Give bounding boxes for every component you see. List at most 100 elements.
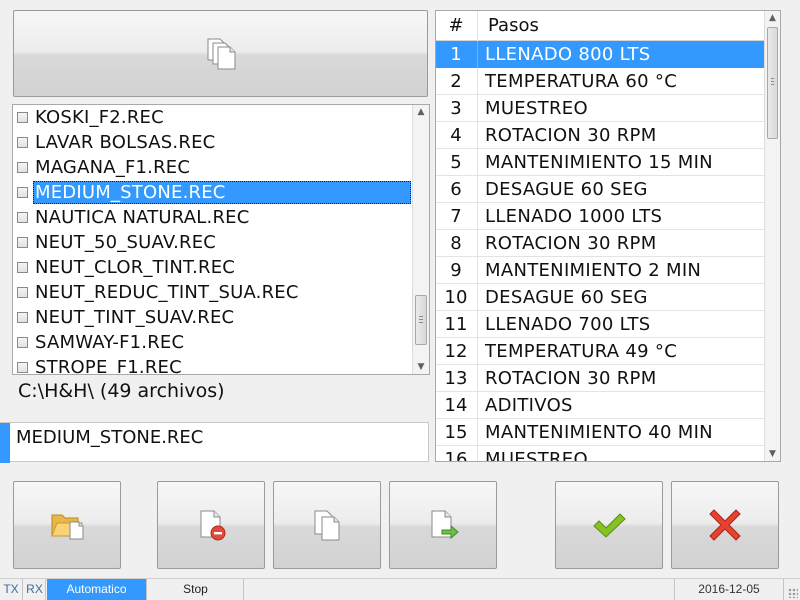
step-number: 5 [450, 152, 462, 173]
step-text: MANTENIMIENTO 40 MIN [485, 422, 713, 443]
file-name: MEDIUM_STONE.REC [35, 182, 226, 203]
datetime-display: 2016-12-05 04:52:37 [674, 579, 784, 600]
file-name: NEUT_REDUC_TINT_SUA.REC [35, 282, 299, 303]
file-name: STROPE_F1.REC [35, 357, 182, 375]
file-checkbox[interactable] [17, 287, 28, 298]
step-row[interactable]: 2 TEMPERATURA 60 °C [436, 68, 764, 95]
step-text: DESAGUE 60 SEG [485, 179, 648, 200]
steps-table[interactable]: # Pasos 1 LLENADO 800 LTS 2 TEMPERATURA 60 … [435, 10, 781, 462]
step-row[interactable]: 3 MUESTREO [436, 95, 764, 122]
step-number: 11 [444, 314, 468, 335]
file-name: SAMWAY-F1.REC [35, 332, 185, 353]
step-text: TEMPERATURA 60 °C [485, 71, 678, 92]
step-number: 6 [450, 179, 462, 200]
step-text: ROTACION 30 RPM [485, 125, 657, 146]
copy-recipe-button[interactable] [13, 10, 428, 97]
step-row[interactable]: 15 MANTENIMIENTO 40 MIN [436, 419, 764, 446]
step-number: 15 [444, 422, 468, 443]
field-accent [0, 423, 10, 463]
file-name: NEUT_50_SUAV.REC [35, 232, 217, 253]
step-text: MUESTREO [485, 449, 588, 462]
file-checkbox[interactable] [17, 262, 28, 273]
cancel-button[interactable] [671, 481, 779, 569]
step-row[interactable]: 10 DESAGUE 60 SEG [436, 284, 764, 311]
mode-indicator: Automatico [47, 579, 147, 600]
file-checkbox[interactable] [17, 337, 28, 348]
step-text: ROTACION 30 RPM [485, 233, 657, 254]
open-folder-button[interactable] [13, 481, 121, 569]
file-name: LAVAR BOLSAS.REC [35, 132, 216, 153]
scrollbar-thumb[interactable] [767, 27, 778, 139]
checkmark-icon [592, 511, 626, 539]
step-text: MUESTREO [485, 98, 588, 119]
scrollbar-thumb[interactable] [415, 295, 427, 345]
resize-grip [788, 588, 798, 598]
scroll-down-arrow-icon[interactable]: ▼ [765, 447, 780, 461]
file-list-item[interactable]: NEUT_50_SUAV.REC [13, 230, 411, 255]
file-checkbox[interactable] [17, 362, 28, 373]
recipe-name-value: MEDIUM_STONE.REC [16, 427, 204, 448]
step-number: 16 [444, 449, 468, 462]
file-checkbox[interactable] [17, 237, 28, 248]
file-list-item[interactable]: NEUT_CLOR_TINT.REC [13, 255, 411, 280]
cancel-x-icon [709, 509, 741, 541]
header-number: # [448, 15, 464, 36]
step-number: 7 [450, 206, 462, 227]
scroll-up-arrow-icon[interactable]: ▲ [765, 11, 780, 25]
file-checkbox[interactable] [17, 212, 28, 223]
file-checkbox[interactable] [17, 137, 28, 148]
file-checkbox[interactable] [17, 312, 28, 323]
step-number: 8 [450, 233, 462, 254]
machine-state: Stop [148, 579, 244, 600]
status-bar: TX RX Automatico Stop 2016-12-05 04:52:3… [0, 578, 800, 600]
step-text: MANTENIMIENTO 15 MIN [485, 152, 713, 173]
step-number: 3 [450, 98, 462, 119]
step-row[interactable]: 9 MANTENIMIENTO 2 MIN [436, 257, 764, 284]
delete-file-icon [194, 508, 228, 542]
step-row[interactable]: 8 ROTACION 30 RPM [436, 230, 764, 257]
step-row[interactable]: 7 LLENADO 1000 LTS [436, 203, 764, 230]
step-number: 12 [444, 341, 468, 362]
header-steps: Pasos [488, 15, 539, 36]
open-folder-icon [50, 510, 84, 540]
step-row[interactable]: 16 MUESTREO [436, 446, 764, 462]
file-list-item[interactable]: NEUT_TINT_SUAV.REC [13, 305, 411, 330]
step-text: LLENADO 800 LTS [485, 44, 651, 65]
file-checkbox[interactable] [17, 162, 28, 173]
file-list-item[interactable]: KOSKI_F2.REC [13, 105, 411, 130]
file-checkbox[interactable] [17, 112, 28, 123]
file-list-item[interactable]: NAUTICA NATURAL.REC [13, 205, 411, 230]
file-list-item[interactable]: STROPE_F1.REC [13, 355, 411, 375]
scroll-up-arrow-icon[interactable]: ▲ [413, 105, 429, 119]
file-name: NAUTICA NATURAL.REC [35, 207, 250, 228]
file-list-item[interactable]: MAGANA_F1.REC [13, 155, 411, 180]
file-list-panel[interactable]: KOSKI_F2.REC LAVAR BOLSAS.REC MAGANA_F1.RE… [12, 104, 430, 375]
recipe-name-field[interactable]: MEDIUM_STONE.REC [0, 422, 429, 463]
export-recipe-button[interactable] [389, 481, 497, 569]
file-list-item[interactable]: NEUT_REDUC_TINT_SUA.REC [13, 280, 411, 305]
file-list-item[interactable]: SAMWAY-F1.REC [13, 330, 411, 355]
file-list-item[interactable]: LAVAR BOLSAS.REC [13, 130, 411, 155]
step-row[interactable]: 13 ROTACION 30 RPM [436, 365, 764, 392]
steps-scrollbar[interactable]: ▲ ▼ [764, 11, 780, 461]
file-list-item[interactable]: MEDIUM_STONE.REC [13, 180, 411, 205]
duplicate-recipe-button[interactable] [273, 481, 381, 569]
step-row[interactable]: 1 LLENADO 800 LTS [436, 41, 764, 68]
step-row[interactable]: 14 ADITIVOS [436, 392, 764, 419]
file-list-scrollbar[interactable]: ▲ ▼ [412, 105, 429, 374]
step-row[interactable]: 11 LLENADO 700 LTS [436, 311, 764, 338]
step-row[interactable]: 6 DESAGUE 60 SEG [436, 176, 764, 203]
step-number: 2 [450, 71, 462, 92]
scroll-down-arrow-icon[interactable]: ▼ [413, 360, 429, 374]
step-text: LLENADO 700 LTS [485, 314, 651, 335]
file-checkbox[interactable] [17, 187, 28, 198]
step-row[interactable]: 5 MANTENIMIENTO 15 MIN [436, 149, 764, 176]
step-number: 10 [444, 287, 468, 308]
step-row[interactable]: 4 ROTACION 30 RPM [436, 122, 764, 149]
step-text: ADITIVOS [485, 395, 573, 416]
confirm-button[interactable] [555, 481, 663, 569]
step-number: 1 [450, 44, 462, 65]
step-number: 9 [450, 260, 462, 281]
step-row[interactable]: 12 TEMPERATURA 49 °C [436, 338, 764, 365]
delete-recipe-button[interactable] [157, 481, 265, 569]
